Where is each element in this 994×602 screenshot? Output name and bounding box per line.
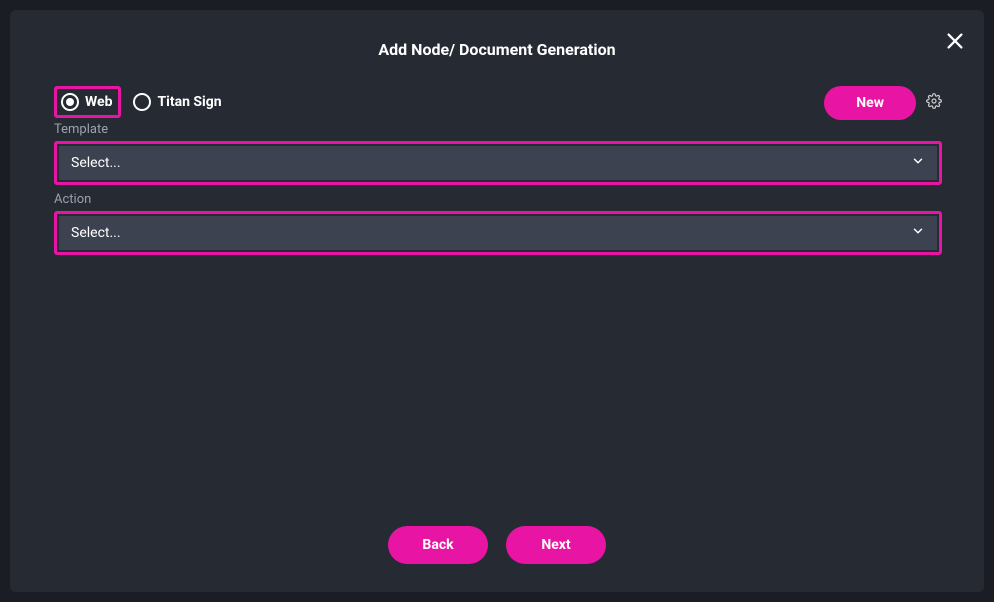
template-select-wrapper: Select... [54,141,942,185]
template-select[interactable]: Select... [59,146,937,180]
modal-title: Add Node/ Document Generation [10,10,984,59]
radio-web-label: Web [85,94,112,110]
back-button[interactable]: Back [388,526,488,564]
settings-button[interactable] [926,93,942,113]
action-select-wrapper: Select... [54,211,942,255]
radio-titan-sign[interactable]: Titan Sign [133,93,221,111]
action-field-group: Action Select... [54,192,942,255]
modal-footer: Back Next [10,526,984,564]
radio-web[interactable]: Web [54,86,121,118]
action-select-value: Select... [71,225,121,241]
template-field-group: Template Select... [54,122,942,185]
chevron-down-icon [911,224,925,242]
radio-group: Web Titan Sign [54,86,222,118]
new-button-group: New [824,86,942,120]
gear-icon [926,93,942,113]
template-label: Template [54,122,942,137]
radio-titan-sign-label: Titan Sign [157,94,221,110]
action-label: Action [54,192,942,207]
radio-icon-unselected [133,93,151,111]
template-select-value: Select... [71,155,121,171]
close-icon [944,30,966,56]
close-button[interactable] [944,30,966,56]
chevron-down-icon [911,154,925,172]
radio-icon-selected [61,93,79,111]
new-button[interactable]: New [824,86,916,120]
action-select[interactable]: Select... [59,216,937,250]
add-node-modal: Add Node/ Document Generation Web Titan … [10,10,984,592]
next-button[interactable]: Next [506,526,606,564]
